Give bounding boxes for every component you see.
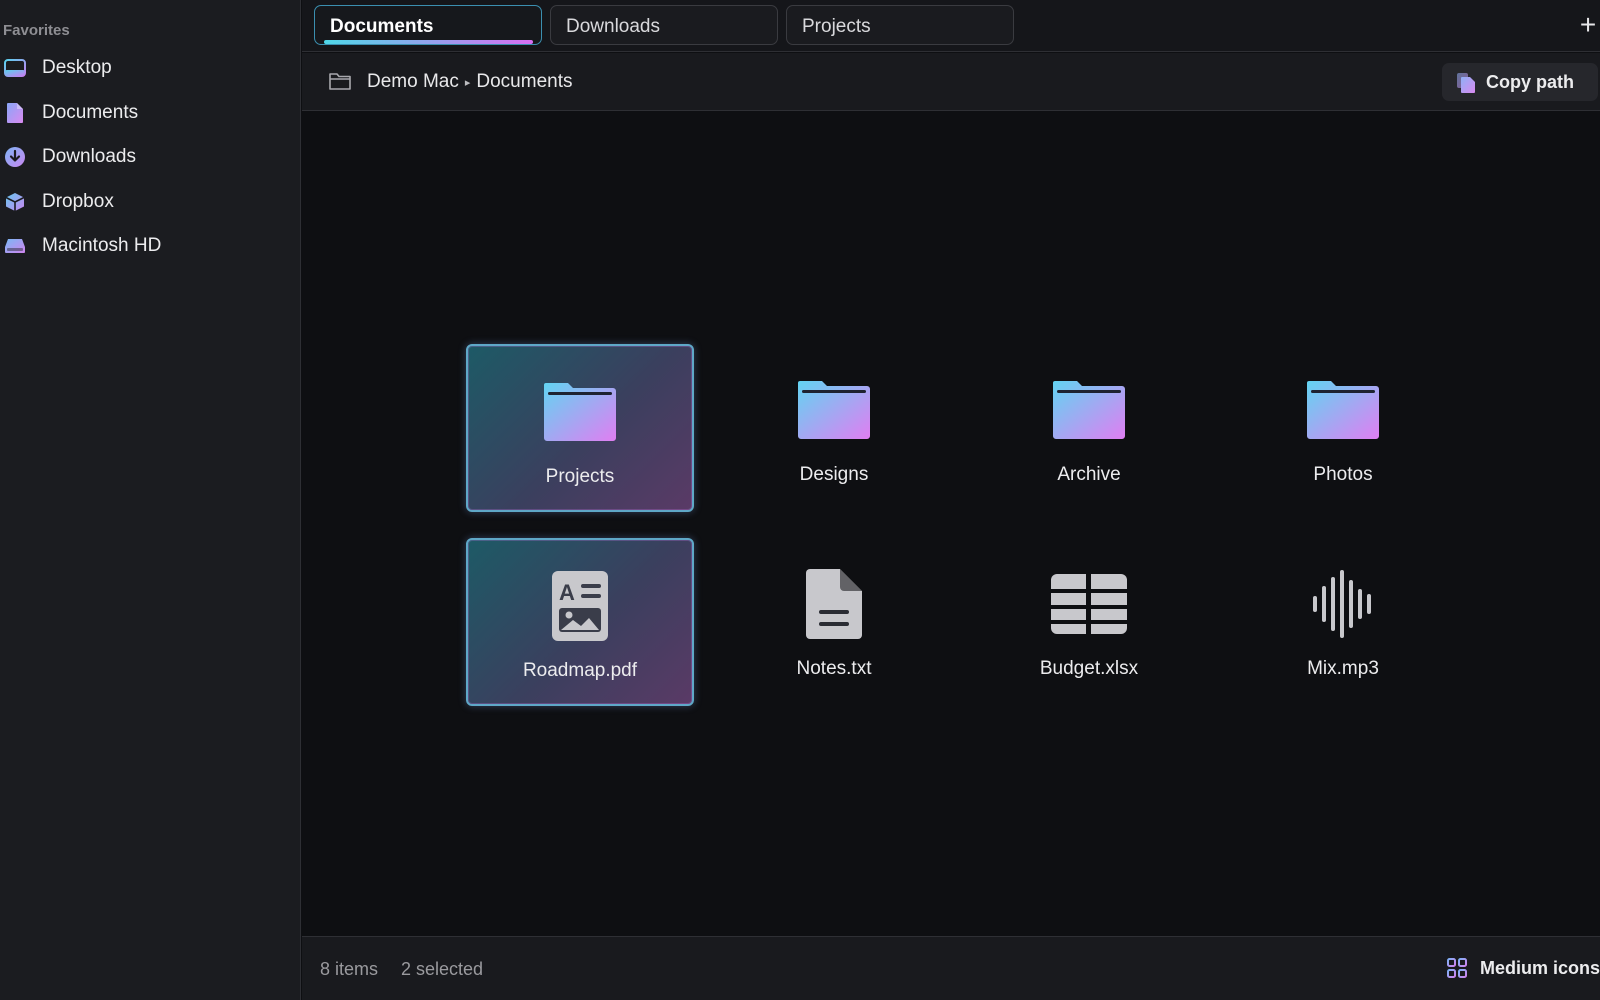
audio-waveform-icon <box>1303 568 1383 640</box>
file-item-notes-txt[interactable]: Notes.txt <box>720 538 948 706</box>
tab-label: Projects <box>802 16 871 37</box>
item-count: 8 items <box>320 959 379 979</box>
copy-path-label: Copy path <box>1486 72 1574 92</box>
sidebar-item-label: Dropbox <box>42 191 114 212</box>
active-tab-indicator <box>324 40 533 44</box>
svg-text:A: A <box>559 580 575 605</box>
sidebar-heading: Favorites <box>3 22 70 39</box>
folder-icon <box>540 376 620 448</box>
sidebar-item-dropbox[interactable]: Dropbox <box>0 182 300 222</box>
path-bar: Demo Mac ▸ Documents Copy path <box>302 53 1600 111</box>
pdf-document-icon: A <box>540 570 620 642</box>
folder-icon <box>1049 374 1129 446</box>
file-item-projects[interactable]: Projects <box>466 344 694 512</box>
sidebar-item-downloads[interactable]: Downloads <box>0 137 300 177</box>
file-item-budget-xlsx[interactable]: Budget.xlsx <box>975 538 1203 706</box>
sidebar-item-documents[interactable]: Documents <box>0 93 300 133</box>
status-bar: 8 items 2 selected Medium icons <box>302 936 1600 1000</box>
file-name: Archive <box>1057 464 1121 485</box>
folder-icon <box>1303 374 1383 446</box>
file-name: Notes.txt <box>796 658 872 679</box>
view-mode-button[interactable]: Medium icons <box>1446 957 1600 979</box>
tab-documents[interactable]: Documents <box>314 5 542 45</box>
spreadsheet-icon <box>1049 568 1129 640</box>
desktop-icon <box>4 57 26 79</box>
new-tab-button[interactable]: + <box>1576 11 1600 39</box>
file-name: Photos <box>1313 464 1373 485</box>
document-icon <box>4 102 26 124</box>
file-item-archive[interactable]: Archive <box>975 344 1203 512</box>
sidebar-item-label: Desktop <box>42 57 112 78</box>
file-item-mix-mp3[interactable]: Mix.mp3 <box>1229 538 1457 706</box>
folder-icon <box>794 374 874 446</box>
view-mode-label: Medium icons <box>1479 957 1600 978</box>
hard-drive-icon <box>4 235 26 257</box>
sidebar-item-desktop[interactable]: Desktop <box>0 48 300 88</box>
copy-icon <box>1456 72 1476 99</box>
tab-bar: Documents Downloads Projects + <box>302 0 1600 52</box>
tab-projects[interactable]: Projects <box>786 5 1014 45</box>
breadcrumb: Demo Mac ▸ Documents <box>367 71 573 93</box>
breadcrumb-separator: ▸ <box>464 76 471 89</box>
grid-view-icon <box>1446 957 1468 979</box>
file-name: Budget.xlsx <box>1039 658 1139 679</box>
dropbox-icon <box>4 191 26 213</box>
file-item-roadmap-pdf[interactable]: A Roadmap.pdf <box>466 538 694 706</box>
file-name: Projects <box>545 466 615 487</box>
sidebar-item-macintosh-hd[interactable]: Macintosh HD <box>0 226 300 266</box>
file-item-designs[interactable]: Designs <box>720 344 948 512</box>
sidebar-item-label: Downloads <box>42 146 136 167</box>
sidebar-item-label: Documents <box>42 102 139 123</box>
text-file-icon <box>794 568 874 640</box>
copy-path-button[interactable]: Copy path <box>1442 63 1598 101</box>
sidebar: Favorites Desktop Documents Downloads Dr… <box>0 0 301 1000</box>
breadcrumb-root[interactable]: Demo Mac <box>367 71 459 93</box>
file-name: Designs <box>799 464 869 485</box>
folder-outline-icon <box>328 72 352 96</box>
selection-count: 2 selected <box>401 959 484 979</box>
breadcrumb-current[interactable]: Documents <box>476 71 572 93</box>
download-icon <box>4 146 26 168</box>
file-manager-window: Favorites Desktop Documents Downloads Dr… <box>0 0 1600 1000</box>
file-name: Roadmap.pdf <box>522 660 638 681</box>
tab-label: Documents <box>330 16 434 37</box>
file-item-photos[interactable]: Photos <box>1229 344 1457 512</box>
tab-label: Downloads <box>566 16 660 37</box>
file-grid: Projects Designs Archive Photos A Roadma… <box>302 112 1600 936</box>
sidebar-item-label: Macintosh HD <box>42 235 162 256</box>
file-name: Mix.mp3 <box>1307 658 1379 679</box>
tab-downloads[interactable]: Downloads <box>550 5 778 45</box>
